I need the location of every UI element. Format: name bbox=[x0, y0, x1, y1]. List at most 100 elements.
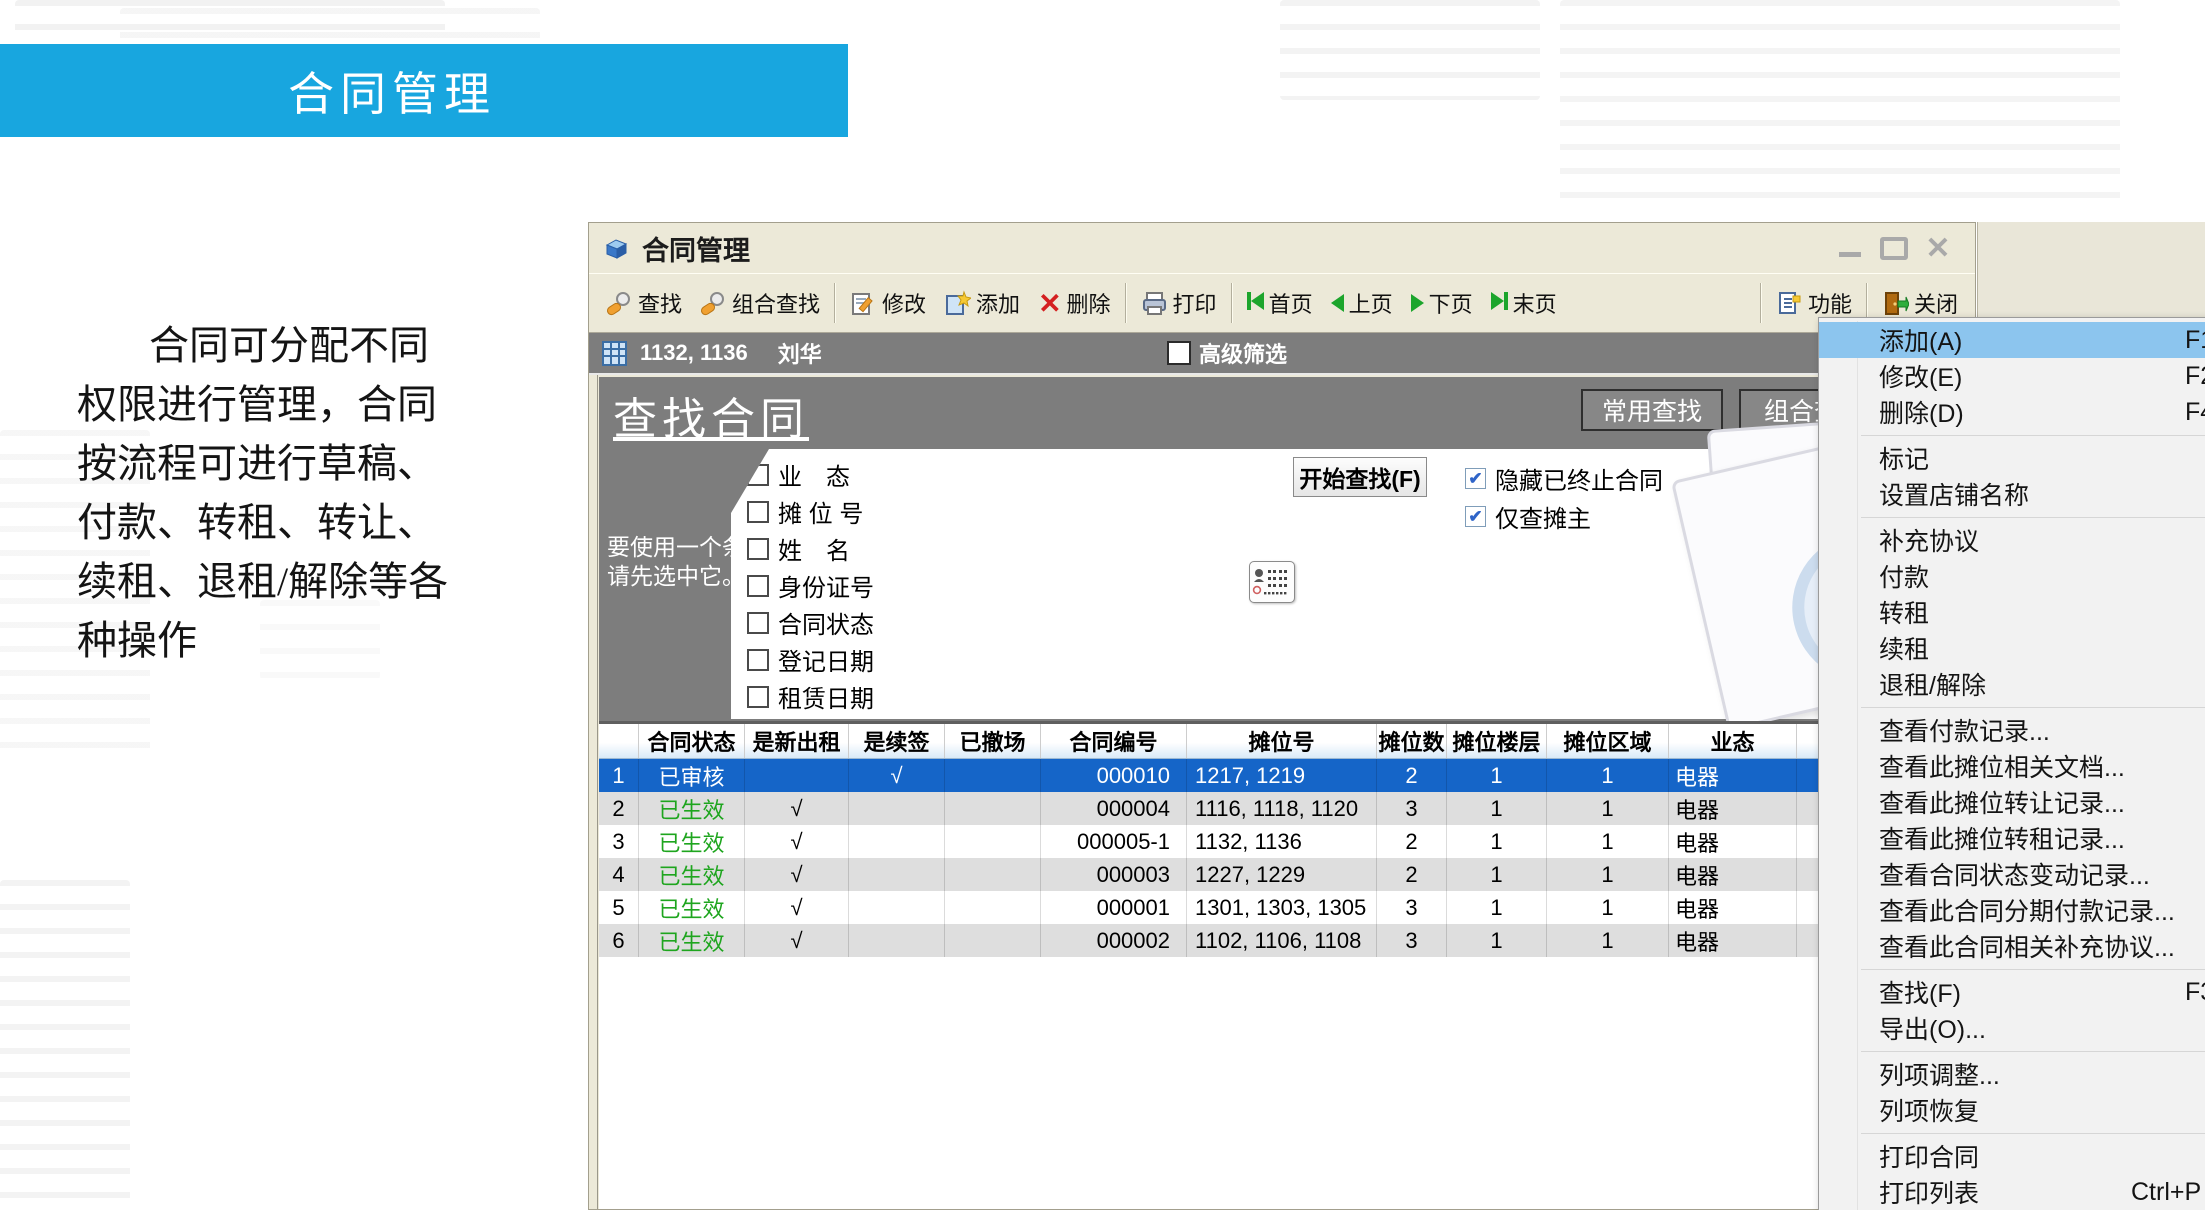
menu-item-view-supplement-agreements[interactable]: 查看此合同相关补充协议... bbox=[1819, 928, 2205, 964]
start-search-button[interactable]: 开始查找(F) bbox=[1293, 457, 1427, 497]
menu-item-print-contract[interactable]: 打印合同 bbox=[1819, 1138, 2205, 1174]
toolbar-separator bbox=[834, 283, 836, 323]
menu-item-column-restore[interactable]: 列项恢复 bbox=[1819, 1092, 2205, 1128]
menu-item-export[interactable]: 导出(O)... bbox=[1819, 1010, 2205, 1046]
menu-item-column-adjust[interactable]: 列项调整... bbox=[1819, 1056, 2205, 1092]
col-header-business[interactable]: 业态 bbox=[1669, 724, 1797, 758]
maximize-button[interactable] bbox=[1879, 235, 1909, 261]
window-icon bbox=[603, 235, 630, 262]
menu-item-terminate-lease[interactable]: 退租/解除 bbox=[1819, 666, 2205, 702]
col-header-stall-count[interactable]: 摊位数 bbox=[1377, 724, 1447, 758]
menu-item-view-installment-records[interactable]: 查看此合同分期付款记录... bbox=[1819, 892, 2205, 928]
col-header-new-rent[interactable]: 是新出租 bbox=[745, 724, 849, 758]
criterion-stall-number[interactable]: 摊 位 号 bbox=[747, 494, 863, 529]
slide: 合同管理 合同可分配不同 权限进行管理，合同 按流程可进行草稿、 付款、转租、转… bbox=[0, 0, 2205, 1210]
col-header-rownum[interactable] bbox=[599, 724, 639, 758]
table-row[interactable]: 1 已审核 √ 000010 1217, 1219 2 1 1 电器 bbox=[599, 759, 1969, 792]
table-body: 1 已审核 √ 000010 1217, 1219 2 1 1 电器 2 已生效… bbox=[599, 759, 1969, 957]
col-header-vacated[interactable]: 已撤场 bbox=[945, 724, 1041, 758]
window-titlebar: 合同管理 ✕ bbox=[589, 223, 1975, 273]
menu-item-mark[interactable]: 标记 bbox=[1819, 440, 2205, 476]
id-card-reader-button[interactable] bbox=[1249, 561, 1295, 603]
close-button[interactable]: ✕ bbox=[1923, 235, 1953, 261]
window-controls: ✕ bbox=[1835, 235, 1953, 261]
description-line: 按流程可进行草稿、 bbox=[77, 434, 597, 493]
criterion-lease-date[interactable]: 租赁日期 bbox=[747, 679, 874, 714]
menu-item-view-payment-records[interactable]: 查看付款记录... bbox=[1819, 712, 2205, 748]
col-header-stall-no[interactable]: 摊位号 bbox=[1187, 724, 1377, 758]
menu-item-sublet[interactable]: 转租 bbox=[1819, 594, 2205, 630]
id-card-icon bbox=[1250, 562, 1294, 602]
description-line: 付款、转租、转让、 bbox=[77, 493, 597, 552]
menu-separator bbox=[1819, 512, 2205, 522]
modify-button[interactable]: 修改 bbox=[841, 279, 935, 327]
info-bar: 1132, 1136 刘华 高级筛选 bbox=[589, 333, 1975, 375]
toolbar-separator bbox=[1125, 283, 1127, 323]
col-header-floor[interactable]: 摊位楼层 bbox=[1447, 724, 1547, 758]
next-page-icon bbox=[1411, 294, 1424, 312]
menu-item-add[interactable]: 添加(A) F1 bbox=[1819, 322, 2205, 358]
toolbar: 查找 组合查找 修改 bbox=[589, 273, 1975, 333]
table-row[interactable]: 6 已生效 √ 000002 1102, 1106, 1108 3 1 1 电器 bbox=[599, 924, 1969, 957]
criterion-business-type[interactable]: 业 态 bbox=[747, 457, 850, 492]
table-row[interactable]: 5 已生效 √ 000001 1301, 1303, 1305 3 1 1 电器 bbox=[599, 891, 1969, 924]
criterion-name[interactable]: 姓 名 bbox=[747, 531, 850, 566]
checkbox-checked bbox=[1465, 506, 1486, 527]
print-button[interactable]: 打印 bbox=[1132, 279, 1226, 327]
toolbar-separator bbox=[1760, 283, 1762, 323]
table-row[interactable]: 2 已生效 √ 000004 1116, 1118, 1120 3 1 1 电器 bbox=[599, 792, 1969, 825]
add-button[interactable]: 添加 bbox=[935, 279, 1029, 327]
col-header-renewal[interactable]: 是续签 bbox=[849, 724, 945, 758]
col-header-contract-no[interactable]: 合同编号 bbox=[1041, 724, 1187, 758]
table-empty-area bbox=[599, 957, 1971, 1209]
criterion-register-date[interactable]: 登记日期 bbox=[747, 642, 874, 677]
checkbox-unchecked bbox=[747, 612, 769, 634]
current-stalls: 1132, 1136 bbox=[640, 340, 748, 366]
checkbox-unchecked bbox=[747, 538, 769, 560]
context-menu: 添加(A) F1 修改(E) F2 删除(D) F4 标记 设置店铺名称 补充协… bbox=[1818, 317, 2205, 1210]
menu-item-print-list[interactable]: 打印列表 Ctrl+P bbox=[1819, 1174, 2205, 1210]
owner-only-checkbox[interactable]: 仅查摊主 bbox=[1465, 499, 1591, 534]
menu-item-view-sublet-records[interactable]: 查看此摊位转租记录... bbox=[1819, 820, 2205, 856]
menu-item-payment[interactable]: 付款 bbox=[1819, 558, 2205, 594]
criterion-id-number[interactable]: 身份证号 bbox=[747, 568, 874, 603]
background-pattern bbox=[0, 880, 130, 1210]
magnifier-icon bbox=[606, 290, 633, 317]
background-pattern bbox=[1560, 0, 2120, 210]
common-search-button[interactable]: 常用查找 bbox=[1581, 389, 1723, 431]
find-button[interactable]: 查找 bbox=[597, 279, 691, 327]
menu-item-view-status-changes[interactable]: 查看合同状态变动记录... bbox=[1819, 856, 2205, 892]
description-line: 权限进行管理，合同 bbox=[77, 375, 597, 434]
prev-page-button[interactable]: 上页 bbox=[1322, 279, 1402, 327]
delete-x-icon: ✕ bbox=[1038, 290, 1061, 317]
criterion-contract-status[interactable]: 合同状态 bbox=[747, 605, 874, 640]
query-panel: 查找合同 常用查找 组合查找 要使用一个条件项， 请先选中它。 业 态 摊 位 … bbox=[599, 377, 1971, 721]
table-row[interactable]: 4 已生效 √ 000003 1227, 1229 2 1 1 电器 bbox=[599, 858, 1969, 891]
col-header-zone[interactable]: 摊位区域 bbox=[1547, 724, 1669, 758]
delete-button[interactable]: ✕ 删除 bbox=[1029, 279, 1119, 327]
menu-item-view-stall-documents[interactable]: 查看此摊位相关文档... bbox=[1819, 748, 2205, 784]
minimize-button[interactable] bbox=[1835, 235, 1865, 261]
combo-find-button[interactable]: 组合查找 bbox=[691, 279, 829, 327]
menu-item-find[interactable]: 查找(F) F3 bbox=[1819, 974, 2205, 1010]
checkbox-unchecked bbox=[747, 501, 769, 523]
description-line: 合同可分配不同 bbox=[77, 316, 597, 375]
menu-item-set-shop-name[interactable]: 设置店铺名称 bbox=[1819, 476, 2205, 512]
col-header-status[interactable]: 合同状态 bbox=[639, 724, 745, 758]
table-row[interactable]: 3 已生效 √ 000005-1 1132, 1136 2 1 1 电器 bbox=[599, 825, 1969, 858]
menu-item-delete[interactable]: 删除(D) F4 bbox=[1819, 394, 2205, 430]
first-page-button[interactable]: 首页 bbox=[1238, 279, 1322, 327]
menu-item-renew-lease[interactable]: 续租 bbox=[1819, 630, 2205, 666]
checkbox-unchecked bbox=[747, 464, 769, 486]
advanced-filter-checkbox[interactable]: 高级筛选 bbox=[1167, 337, 1287, 369]
table-header: 合同状态 是新出租 是续签 已撤场 合同编号 摊位号 摊位数 摊位楼层 摊位区域… bbox=[599, 724, 1969, 759]
menu-item-modify[interactable]: 修改(E) F2 bbox=[1819, 358, 2205, 394]
hide-terminated-checkbox[interactable]: 隐藏已终止合同 bbox=[1465, 461, 1663, 496]
menu-item-supplement-agreement[interactable]: 补充协议 bbox=[1819, 522, 2205, 558]
add-page-icon bbox=[944, 290, 971, 317]
menu-separator bbox=[1819, 430, 2205, 440]
last-page-button[interactable]: 末页 bbox=[1482, 279, 1566, 327]
menu-item-view-transfer-records[interactable]: 查看此摊位转让记录... bbox=[1819, 784, 2205, 820]
next-page-button[interactable]: 下页 bbox=[1402, 279, 1482, 327]
description-text: 合同可分配不同 权限进行管理，合同 按流程可进行草稿、 付款、转租、转让、 续租… bbox=[77, 316, 597, 670]
